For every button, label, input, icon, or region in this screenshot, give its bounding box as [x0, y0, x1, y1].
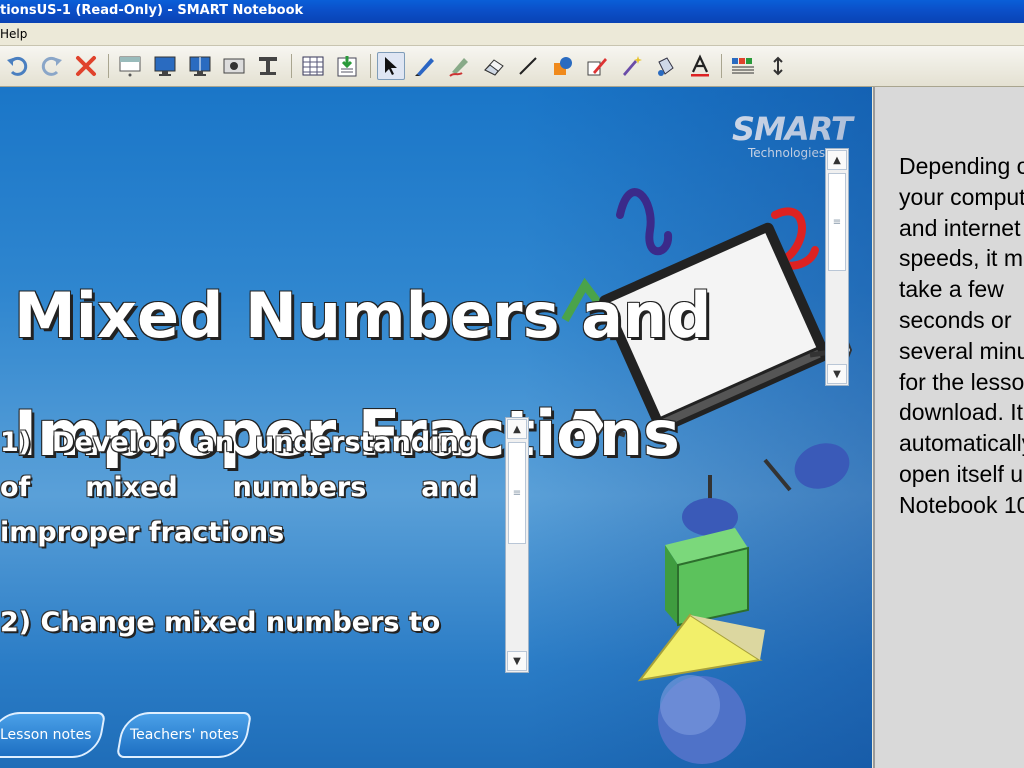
scroll-thumb[interactable]: ≡	[508, 442, 526, 544]
window-title-bar[interactable]: tionsUS-1 (Read-Only) - SMART Notebook	[0, 0, 1024, 23]
toolbar-separator	[291, 54, 292, 78]
slide-canvas[interactable]: SMART Technologies Mixed Numbers and Imp…	[0, 87, 872, 768]
text-A-icon	[691, 54, 709, 77]
screen-shade-icon	[119, 56, 141, 77]
scroll-thumb[interactable]: ≡	[828, 173, 846, 271]
scroll-down-arrow-icon: ▼	[513, 655, 521, 667]
scroll-up-arrow-icon: ▲	[833, 154, 841, 166]
full-screen-button[interactable]	[151, 52, 179, 80]
toolbar-separator	[108, 54, 109, 78]
line-tool-button[interactable]	[514, 52, 542, 80]
cursor-arrow-icon	[385, 57, 397, 75]
properties-button[interactable]	[333, 52, 361, 80]
delete-button[interactable]	[72, 52, 100, 80]
dual-page-button[interactable]	[186, 52, 214, 80]
magic-pen-button[interactable]	[617, 52, 645, 80]
creative-pen-icon	[449, 58, 468, 77]
text-tool-button[interactable]	[686, 52, 714, 80]
toolbar-separator	[721, 54, 722, 78]
fill-tool-button[interactable]	[583, 52, 611, 80]
scroll-down-button[interactable]: ▼	[827, 364, 847, 384]
menu-bar: Help	[0, 23, 1024, 46]
up-down-arrow-icon	[773, 56, 783, 76]
creative-pen-button[interactable]	[446, 52, 474, 80]
insert-table-button[interactable]	[299, 52, 327, 80]
notes-text: Depending on your computer and internet …	[899, 153, 1024, 518]
screen-shade-button[interactable]	[116, 52, 144, 80]
scroll-up-button[interactable]: ▲	[827, 150, 847, 170]
camera-icon	[223, 58, 245, 74]
objectives-scrollbar[interactable]: ▲ ≡ ▼	[505, 417, 529, 673]
table-icon	[302, 56, 324, 76]
document-camera-button[interactable]	[254, 52, 282, 80]
capture-button[interactable]	[220, 52, 248, 80]
scroll-up-button[interactable]: ▲	[507, 419, 527, 439]
objective-2: 2) Change mixed numbers to	[0, 607, 441, 638]
shapes-tool-button[interactable]	[549, 52, 577, 80]
lesson-notes-label: Lesson notes	[0, 727, 92, 743]
dual-monitor-icon	[189, 56, 211, 76]
line-icon	[519, 57, 537, 75]
title-scrollbar[interactable]: ▲ ≡ ▼	[825, 148, 849, 386]
fill-bucket-button[interactable]	[651, 52, 679, 80]
color-palette-icon	[732, 58, 754, 74]
eraser-icon	[484, 59, 504, 76]
toolbar-separator	[370, 54, 371, 78]
scroll-down-button[interactable]: ▼	[507, 651, 527, 671]
scroll-down-arrow-icon: ▼	[833, 368, 841, 380]
learning-objectives: 1) Develop an understanding of mixed num…	[0, 420, 478, 645]
objective-1: 1) Develop an understanding of mixed num…	[0, 427, 478, 548]
magic-pen-icon	[623, 56, 642, 76]
doc-camera-icon	[259, 57, 277, 75]
move-toolbar-button[interactable]	[764, 52, 792, 80]
undo-icon	[7, 56, 28, 76]
slide-title-line-1: Mixed Numbers and	[14, 279, 712, 352]
delete-x-icon	[76, 56, 96, 76]
notes-panel: Depending on your computer and internet …	[873, 87, 1024, 768]
teachers-notes-button[interactable]: Teachers' notes	[115, 712, 253, 758]
shapes-icon	[554, 57, 572, 75]
pen-tool-button[interactable]	[411, 52, 439, 80]
fill-bucket-icon	[658, 57, 674, 76]
monitor-icon	[154, 56, 176, 76]
teachers-notes-label: Teachers' notes	[129, 727, 239, 743]
clipboard-icon	[337, 56, 357, 77]
scroll-up-arrow-icon: ▲	[513, 423, 521, 435]
menu-help[interactable]: Help	[0, 27, 27, 41]
eraser-tool-button[interactable]	[480, 52, 508, 80]
select-tool-button[interactable]	[377, 52, 405, 80]
fill-pen-icon	[587, 58, 607, 76]
window-title: tionsUS-1 (Read-Only) - SMART Notebook	[0, 3, 304, 18]
properties-color-button[interactable]	[729, 52, 757, 80]
undo-button[interactable]	[3, 52, 31, 80]
redo-button[interactable]	[38, 52, 66, 80]
redo-icon	[41, 56, 62, 76]
lesson-notes-button[interactable]: Lesson notes	[0, 712, 107, 758]
logo-word: SMART	[732, 110, 853, 148]
pen-icon	[415, 58, 434, 76]
toolbar	[0, 46, 1024, 87]
